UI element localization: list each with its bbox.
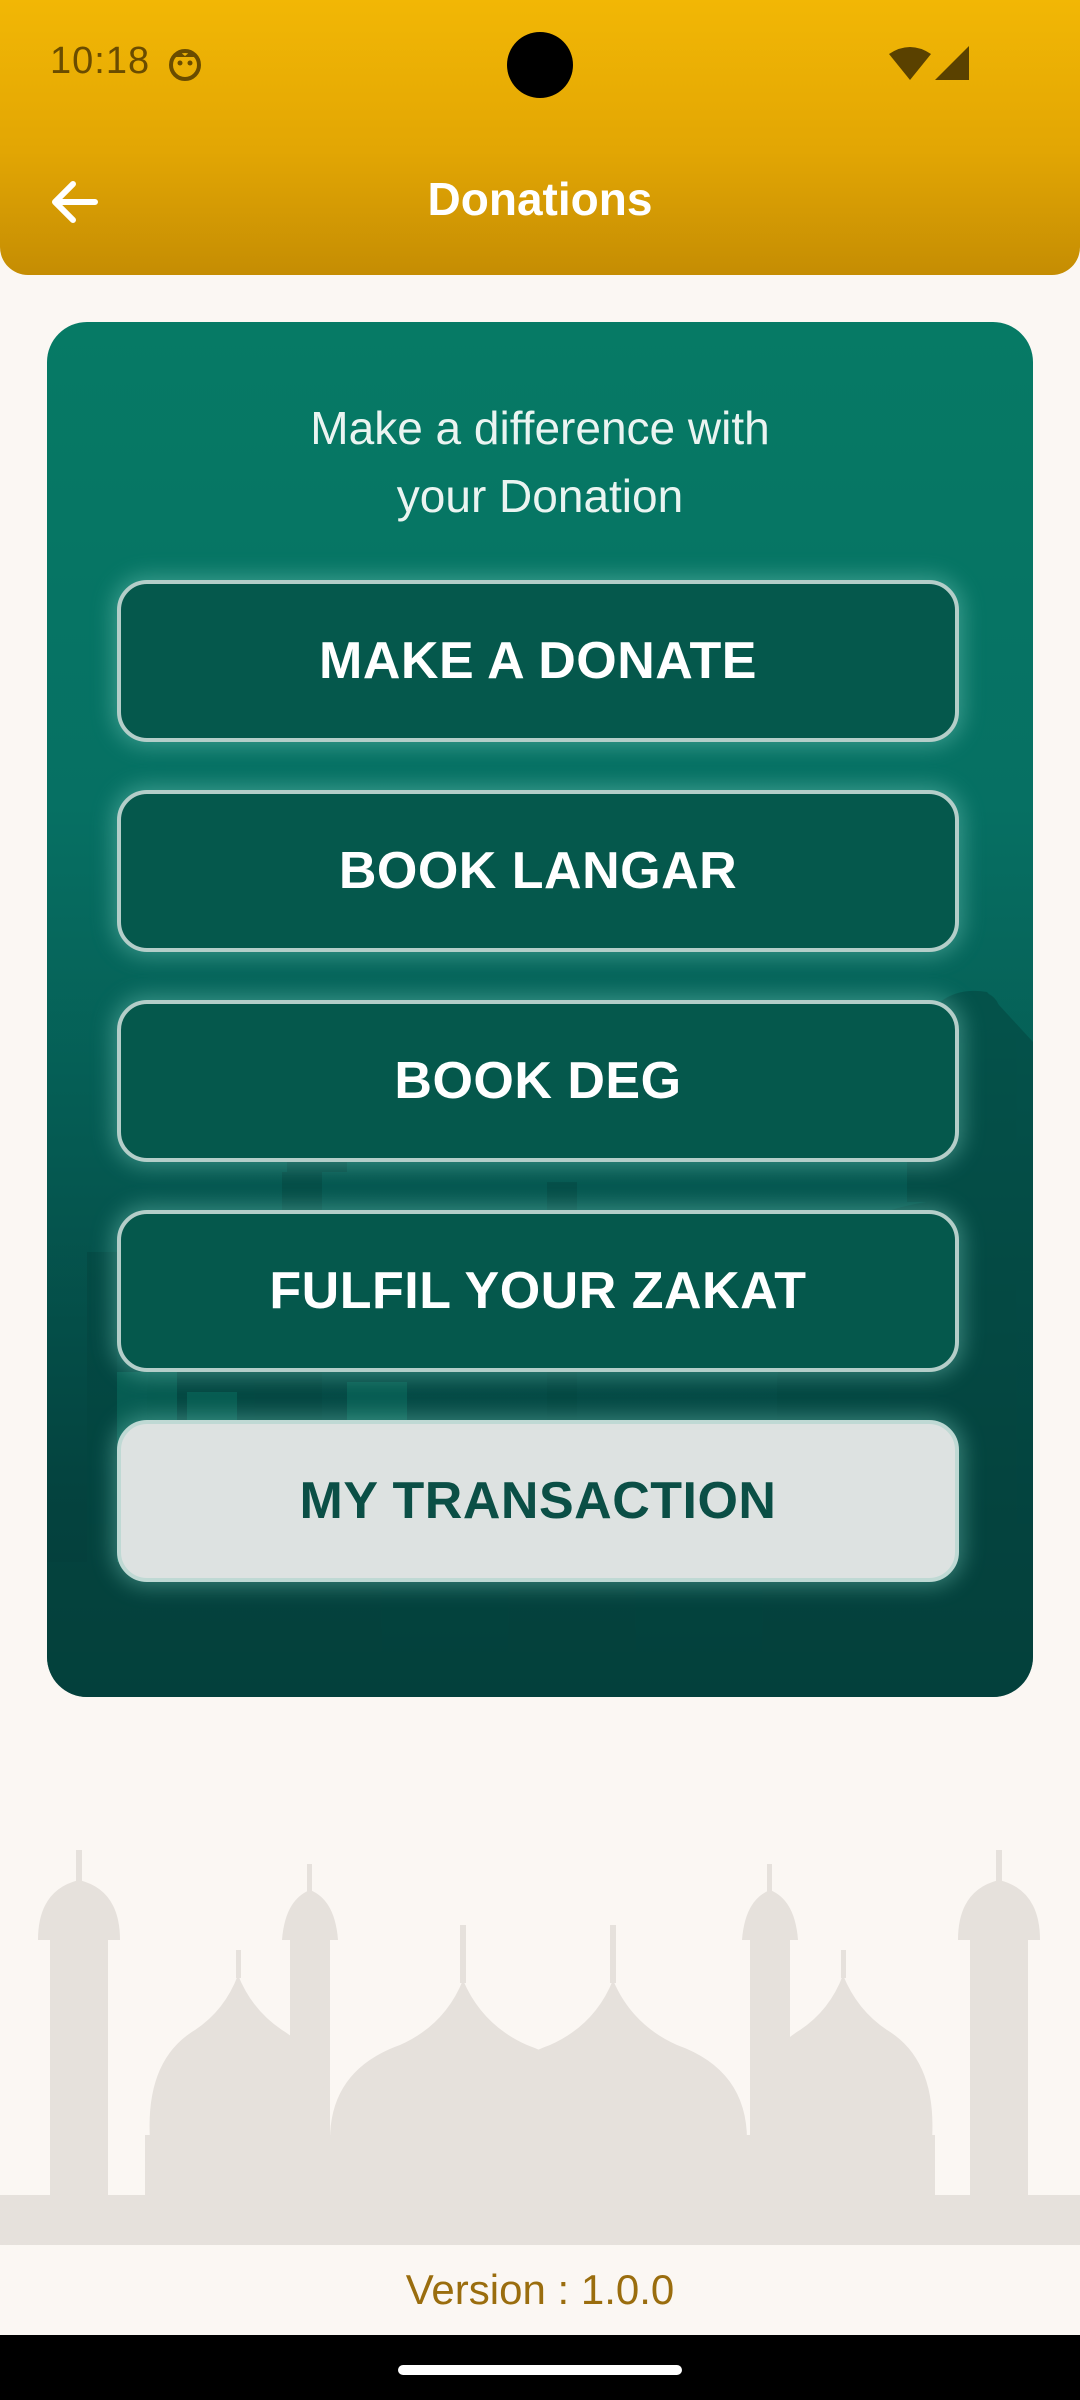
fulfil-your-zakat-button[interactable]: FULFIL YOUR ZAKAT — [117, 1210, 959, 1372]
camera-cutout — [507, 32, 573, 98]
mosque-silhouette-image — [0, 1850, 1080, 2245]
system-navigation-bar — [0, 2335, 1080, 2400]
signal-icon — [935, 46, 969, 80]
app-header: 10:18 Donations — [0, 0, 1080, 275]
status-time: 10:18 — [50, 40, 151, 82]
home-gesture-handle[interactable] — [398, 2365, 682, 2375]
tagline-line-1: Make a difference with — [310, 402, 770, 454]
make-a-donate-button[interactable]: MAKE A DONATE — [117, 580, 959, 742]
my-transaction-button[interactable]: MY TRANSACTION — [117, 1420, 959, 1582]
version-footer: Version : 1.0.0 — [0, 2245, 1080, 2335]
donation-card: Make a difference with your Donation MAK… — [47, 322, 1033, 1697]
notification-face-icon — [169, 49, 201, 81]
wifi-icon — [889, 47, 931, 80]
tagline-line-2: your Donation — [396, 470, 684, 522]
version-text: Version : 1.0.0 — [405, 2266, 675, 2313]
card-tagline: Make a difference with your Donation — [47, 394, 1033, 530]
book-deg-button[interactable]: BOOK DEG — [117, 1000, 959, 1162]
page-title: Donations — [427, 173, 653, 225]
book-langar-button[interactable]: BOOK LANGAR — [117, 790, 959, 952]
